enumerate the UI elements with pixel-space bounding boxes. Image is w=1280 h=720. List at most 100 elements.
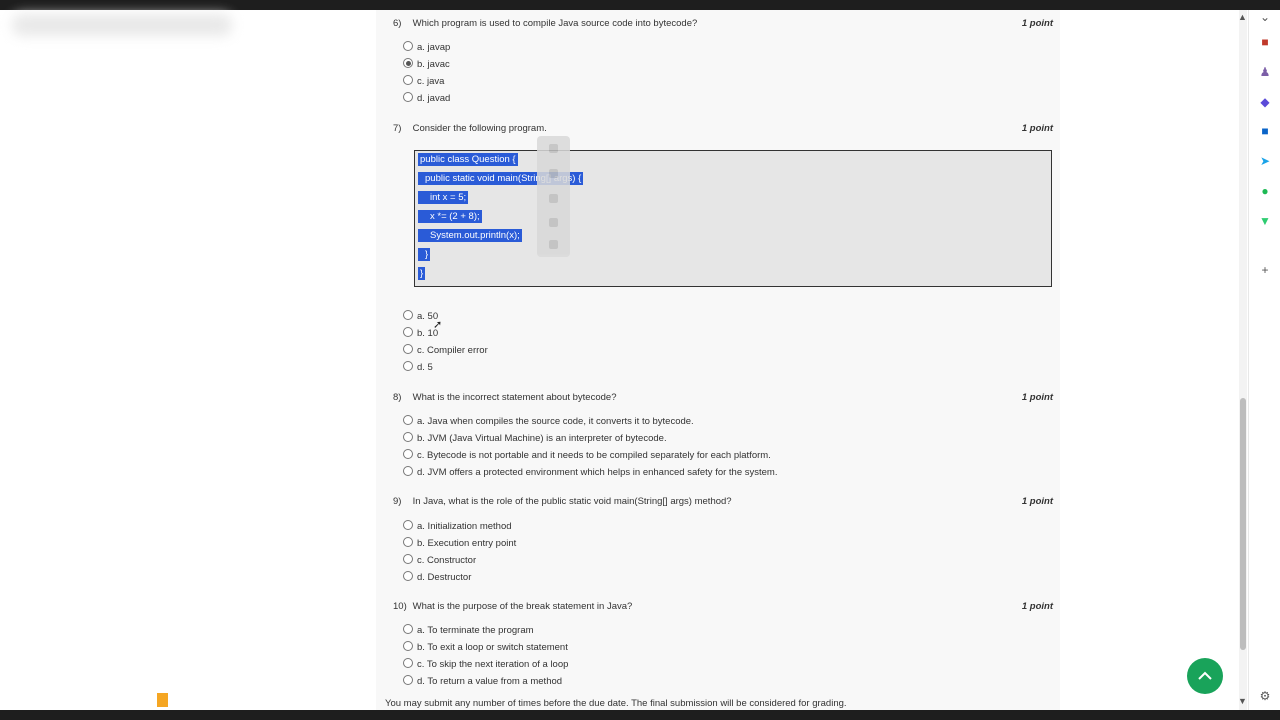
spotify-icon[interactable]: ●: [1258, 184, 1272, 198]
question-text: In Java, what is the role of the public …: [412, 496, 732, 507]
q6-option-d[interactable]: d. javad: [403, 92, 450, 106]
q9-option-c[interactable]: c. Constructor: [403, 554, 476, 568]
option-label: b. javac: [417, 59, 450, 70]
option-label: a. Java when compiles the source code, i…: [417, 416, 694, 427]
copilot-icon[interactable]: [549, 169, 558, 178]
code-line: public class Question {: [418, 153, 518, 166]
q10-option-d[interactable]: d. To return a value from a method: [403, 675, 562, 689]
settings-icon[interactable]: ⚙: [1258, 689, 1272, 703]
question-point: 1 point: [1021, 496, 1053, 507]
translate-icon[interactable]: [549, 194, 558, 203]
question-10: 10) What is the purpose of the break sta…: [393, 601, 1053, 612]
option-label: a. javap: [417, 42, 451, 53]
radio-button[interactable]: [403, 641, 413, 651]
scroll-up-arrow-icon[interactable]: ▲: [1238, 12, 1247, 22]
radio-button[interactable]: [403, 624, 413, 634]
question-text: What is the incorrect statement about by…: [412, 392, 617, 403]
person-icon[interactable]: ♟: [1258, 65, 1272, 79]
find-icon[interactable]: [549, 240, 558, 249]
question-number: 9): [393, 496, 402, 507]
q7-option-c[interactable]: c. Compiler error: [403, 344, 488, 358]
copilot-icon[interactable]: ◆: [1258, 95, 1272, 109]
option-label: c. To skip the next iteration of a loop: [417, 659, 569, 670]
scroll-down-arrow-icon[interactable]: ▼: [1238, 696, 1247, 706]
radio-button[interactable]: [403, 449, 413, 459]
question-text: What is the purpose of the break stateme…: [412, 601, 633, 612]
radio-button[interactable]: [403, 571, 413, 581]
code-line: System.out.println(x);: [418, 229, 522, 242]
radio-button[interactable]: [403, 415, 413, 425]
chevron-down-icon[interactable]: ⌄: [1258, 10, 1272, 24]
copy-icon[interactable]: [549, 218, 558, 227]
code-line: x *= (2 + 8);: [418, 210, 482, 223]
option-label: d. JVM offers a protected environment wh…: [417, 467, 778, 478]
q9-option-b[interactable]: b. Execution entry point: [403, 537, 516, 551]
outlook-icon[interactable]: ■: [1258, 124, 1272, 138]
code-line: }: [418, 248, 431, 261]
q10-option-b[interactable]: b. To exit a loop or switch statement: [403, 641, 568, 655]
code-block[interactable]: public class Question { public static vo…: [414, 150, 1052, 287]
q8-option-d[interactable]: d. JVM offers a protected environment wh…: [403, 466, 778, 480]
q7-option-d[interactable]: d. 5: [403, 361, 433, 375]
q10-option-a[interactable]: a. To terminate the program: [403, 624, 534, 638]
radio-button[interactable]: [403, 432, 413, 442]
question-point: 1 point: [1021, 601, 1053, 612]
q9-option-a[interactable]: a. Initialization method: [403, 520, 512, 534]
radio-button[interactable]: [403, 361, 413, 371]
briefcase-icon[interactable]: ■: [1258, 35, 1272, 49]
q10-option-c[interactable]: c. To skip the next iteration of a loop: [403, 658, 568, 672]
question-point: 1 point: [1021, 123, 1053, 134]
q8-option-a[interactable]: a. Java when compiles the source code, i…: [403, 415, 694, 429]
add-icon[interactable]: +: [1258, 263, 1272, 277]
orange-marker: [157, 693, 168, 707]
search-icon[interactable]: [549, 144, 558, 153]
scrollbar-thumb[interactable]: [1240, 398, 1246, 650]
radio-button[interactable]: [403, 344, 413, 354]
scroll-to-top-button[interactable]: [1187, 658, 1223, 694]
send-icon[interactable]: ➤: [1258, 154, 1272, 168]
radio-button[interactable]: [403, 41, 413, 51]
selection-context-menu[interactable]: [537, 136, 570, 257]
question-point: 1 point: [1021, 18, 1053, 29]
q8-option-b[interactable]: b. JVM (Java Virtual Machine) is an inte…: [403, 432, 667, 446]
option-label: c. Constructor: [417, 555, 477, 566]
question-text: Which program is used to compile Java so…: [412, 18, 698, 29]
radio-button-selected[interactable]: [403, 58, 413, 68]
q9-option-d[interactable]: d. Destructor: [403, 571, 471, 585]
q6-option-c[interactable]: c. java: [403, 75, 444, 89]
question-number: 8): [393, 392, 402, 403]
q6-option-b[interactable]: b. javac: [403, 58, 450, 72]
browser-sidebar: [1248, 10, 1280, 710]
radio-button[interactable]: [403, 327, 413, 337]
blurred-tab: [12, 14, 232, 36]
radio-button[interactable]: [403, 466, 413, 476]
trophy-icon[interactable]: ▼: [1258, 214, 1272, 228]
question-point: 1 point: [1021, 392, 1053, 403]
option-label: b. Execution entry point: [417, 538, 517, 549]
radio-button[interactable]: [403, 310, 413, 320]
option-label: c. Bytecode is not portable and it needs…: [417, 450, 771, 461]
question-text: Consider the following program.: [412, 123, 547, 134]
option-label: a. To terminate the program: [417, 625, 534, 636]
q6-option-a[interactable]: a. javap: [403, 41, 450, 55]
option-label: d. Destructor: [417, 572, 472, 583]
submission-note: You may submit any number of times befor…: [385, 698, 847, 709]
radio-button[interactable]: [403, 554, 413, 564]
radio-button[interactable]: [403, 75, 413, 85]
question-6: 6) Which program is used to compile Java…: [393, 18, 1053, 29]
option-label: d. To return a value from a method: [417, 676, 563, 687]
radio-button[interactable]: [403, 520, 413, 530]
radio-button[interactable]: [403, 675, 413, 685]
question-number: 10): [393, 601, 407, 612]
radio-button[interactable]: [403, 537, 413, 547]
option-label: d. javad: [417, 93, 451, 104]
option-label: d. 5: [417, 362, 433, 373]
option-label: c. Compiler error: [417, 345, 488, 356]
option-label: c. java: [417, 76, 445, 87]
code-line: int x = 5;: [418, 191, 469, 204]
question-number: 6): [393, 18, 402, 29]
top-bar: [0, 0, 1280, 10]
radio-button[interactable]: [403, 92, 413, 102]
radio-button[interactable]: [403, 658, 413, 668]
q8-option-c[interactable]: c. Bytecode is not portable and it needs…: [403, 449, 771, 463]
